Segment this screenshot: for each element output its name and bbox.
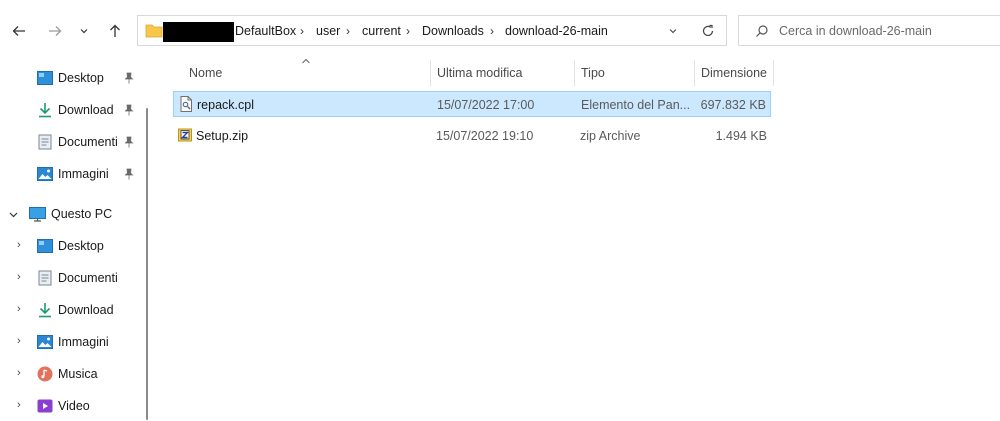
file-modified: 15/07/2022 19:10 — [436, 129, 534, 143]
forward-button[interactable] — [43, 19, 67, 43]
file-size: 697.832 KB — [700, 98, 766, 112]
file-modified: 15/07/2022 17:00 — [437, 98, 535, 112]
breadcrumb-chevron-icon[interactable]: › — [346, 24, 350, 38]
arrow-left-icon — [12, 26, 25, 36]
breadcrumb-item[interactable]: DefaultBox — [235, 24, 296, 38]
pin-icon[interactable] — [124, 168, 134, 180]
sidebar-item-pc-download[interactable]: Download — [37, 298, 114, 322]
column-header-modified[interactable]: Ultima modifica — [437, 60, 522, 86]
sidebar-scrollbar[interactable] — [146, 108, 148, 420]
desktop-icon — [37, 71, 53, 85]
folder-icon — [145, 24, 163, 38]
address-bar[interactable]: DefaultBox › user › current › Downloads … — [137, 15, 727, 46]
sidebar-item-quick-download[interactable]: Download — [37, 98, 114, 122]
document-icon — [38, 270, 52, 286]
chevron-right-icon[interactable]: › — [17, 239, 21, 251]
file-name: Setup.zip — [196, 129, 249, 143]
chevron-right-icon[interactable]: › — [17, 303, 21, 315]
zip-file-icon — [178, 128, 192, 142]
arrow-right-icon — [49, 26, 62, 36]
sidebar-item-pc-immagini[interactable]: Immagini — [37, 330, 109, 354]
column-header-type[interactable]: Tipo — [581, 60, 605, 86]
breadcrumb-chevron-icon[interactable]: › — [300, 24, 304, 38]
file-name: repack.cpl — [197, 98, 254, 112]
sidebar-item-quick-immagini[interactable]: Immagini — [37, 162, 109, 186]
file-row[interactable]: Setup.zip 15/07/2022 19:10 zip Archive 1… — [173, 123, 771, 149]
chevron-down-icon — [80, 29, 88, 34]
sidebar-item-quick-desktop[interactable]: Desktop — [37, 66, 104, 90]
chevron-right-icon[interactable]: › — [17, 271, 21, 283]
breadcrumb-chevron-icon[interactable]: › — [406, 24, 410, 38]
chevron-down-icon[interactable] — [8, 209, 19, 220]
pictures-icon — [37, 335, 53, 349]
redacted-block — [163, 22, 234, 42]
cpl-file-icon — [180, 96, 192, 112]
search-input[interactable]: Cerca in download-26-main — [738, 15, 1000, 46]
pin-icon[interactable] — [124, 136, 134, 148]
arrow-up-icon — [110, 24, 120, 37]
up-button[interactable] — [103, 19, 127, 43]
chevron-right-icon[interactable]: › — [17, 335, 21, 347]
file-size: 1.494 KB — [715, 129, 767, 143]
breadcrumb-item[interactable]: Downloads — [422, 24, 484, 38]
pin-icon[interactable] — [124, 104, 134, 116]
search-icon — [756, 25, 768, 37]
column-divider[interactable] — [430, 60, 431, 86]
download-icon — [39, 303, 51, 318]
search-placeholder: Cerca in download-26-main — [779, 24, 932, 38]
download-icon — [39, 103, 51, 118]
file-row[interactable]: repack.cpl 15/07/2022 17:00 Elemento del… — [173, 91, 771, 117]
breadcrumb-chevron-icon[interactable]: › — [490, 24, 494, 38]
recent-locations-button[interactable] — [74, 19, 94, 43]
column-header-size[interactable]: Dimensione — [701, 60, 767, 86]
column-header-name[interactable]: Nome — [189, 60, 222, 86]
back-button[interactable] — [7, 19, 31, 43]
column-divider[interactable] — [773, 60, 774, 86]
video-icon — [37, 399, 53, 413]
file-type: zip Archive — [580, 129, 641, 143]
pictures-icon — [37, 167, 53, 181]
breadcrumb-item[interactable]: user — [316, 24, 340, 38]
breadcrumb-item[interactable]: current — [362, 24, 401, 38]
sidebar-item-quick-documenti[interactable]: Documenti — [37, 130, 118, 154]
chevron-down-icon[interactable] — [668, 26, 678, 36]
sort-ascending-icon — [302, 58, 310, 64]
computer-icon — [29, 206, 46, 222]
pin-icon[interactable] — [124, 72, 134, 84]
file-type: Elemento del Pan... — [581, 98, 691, 112]
document-icon — [38, 134, 52, 150]
refresh-icon[interactable] — [701, 24, 715, 38]
sidebar-item-this-pc[interactable]: Questo PC — [29, 202, 112, 226]
sidebar-item-pc-documenti[interactable]: Documenti — [37, 266, 118, 290]
desktop-icon — [37, 239, 53, 253]
music-icon — [37, 366, 53, 382]
sidebar-item-pc-musica[interactable]: Musica — [37, 362, 98, 386]
sidebar-item-pc-desktop[interactable]: Desktop — [37, 234, 104, 258]
breadcrumb-item[interactable]: download-26-main — [505, 24, 608, 38]
column-divider[interactable] — [574, 60, 575, 86]
chevron-right-icon[interactable]: › — [17, 399, 21, 411]
sidebar-item-pc-video[interactable]: Video — [37, 394, 90, 418]
chevron-right-icon[interactable]: › — [17, 367, 21, 379]
column-divider[interactable] — [694, 60, 695, 86]
